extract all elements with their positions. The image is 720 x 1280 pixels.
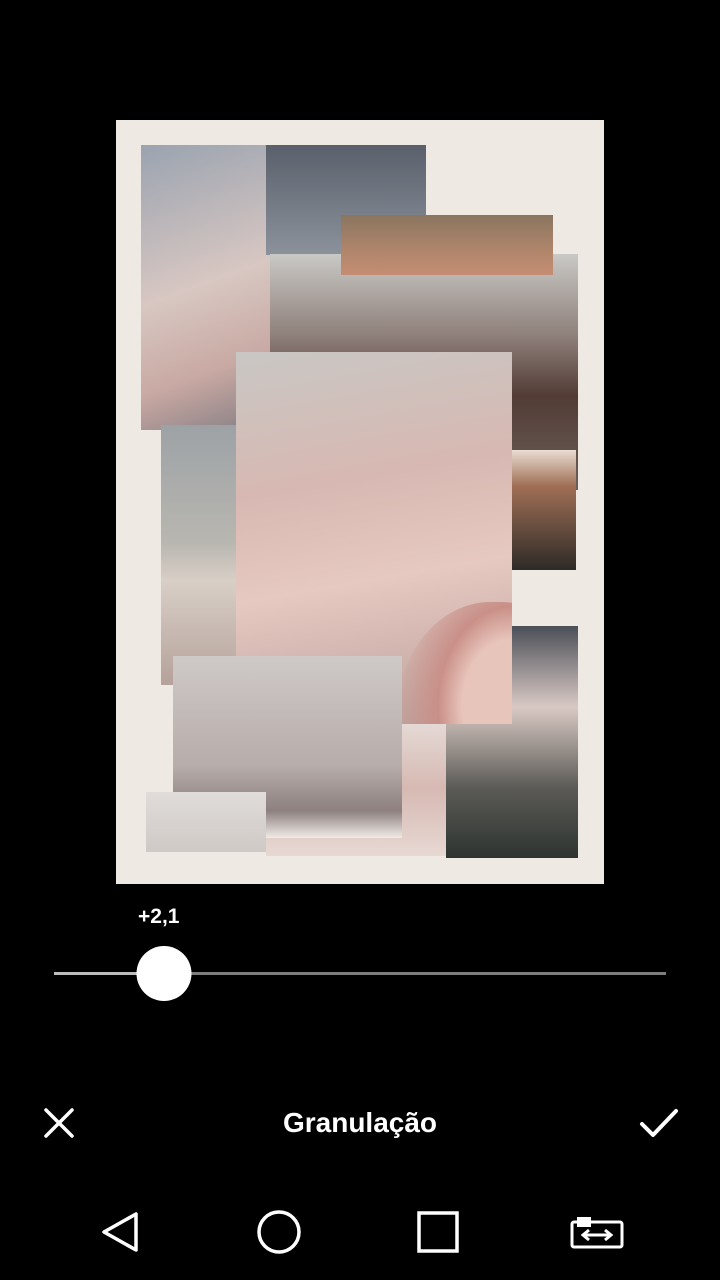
back-triangle-icon	[102, 1212, 138, 1252]
recent-apps-square-icon	[417, 1211, 459, 1253]
tool-title: Granulação	[282, 1107, 438, 1138]
checkmark-icon	[640, 1109, 678, 1137]
nav-recent-apps-button[interactable]	[402, 1200, 474, 1264]
tool-toolbar: Granulação	[0, 1090, 720, 1156]
collage-rocks-image	[146, 792, 266, 852]
grain-slider[interactable]	[54, 946, 666, 1001]
adjustment-value-label: +2,1	[138, 905, 180, 928]
edited-photo	[116, 120, 604, 884]
collage-crystal-image	[341, 215, 553, 275]
slider-thumb[interactable]	[136, 946, 192, 1001]
apply-button[interactable]	[626, 1090, 692, 1156]
rotate-screen-icon	[570, 1217, 624, 1249]
nav-home-button[interactable]	[243, 1200, 315, 1264]
system-navigation-bar	[0, 1186, 720, 1280]
portrait-hair	[396, 602, 512, 724]
collage-lamp-image	[506, 450, 576, 570]
nav-back-button[interactable]	[84, 1200, 156, 1264]
home-circle-icon	[257, 1210, 301, 1254]
nav-rotate-button[interactable]	[561, 1200, 633, 1264]
